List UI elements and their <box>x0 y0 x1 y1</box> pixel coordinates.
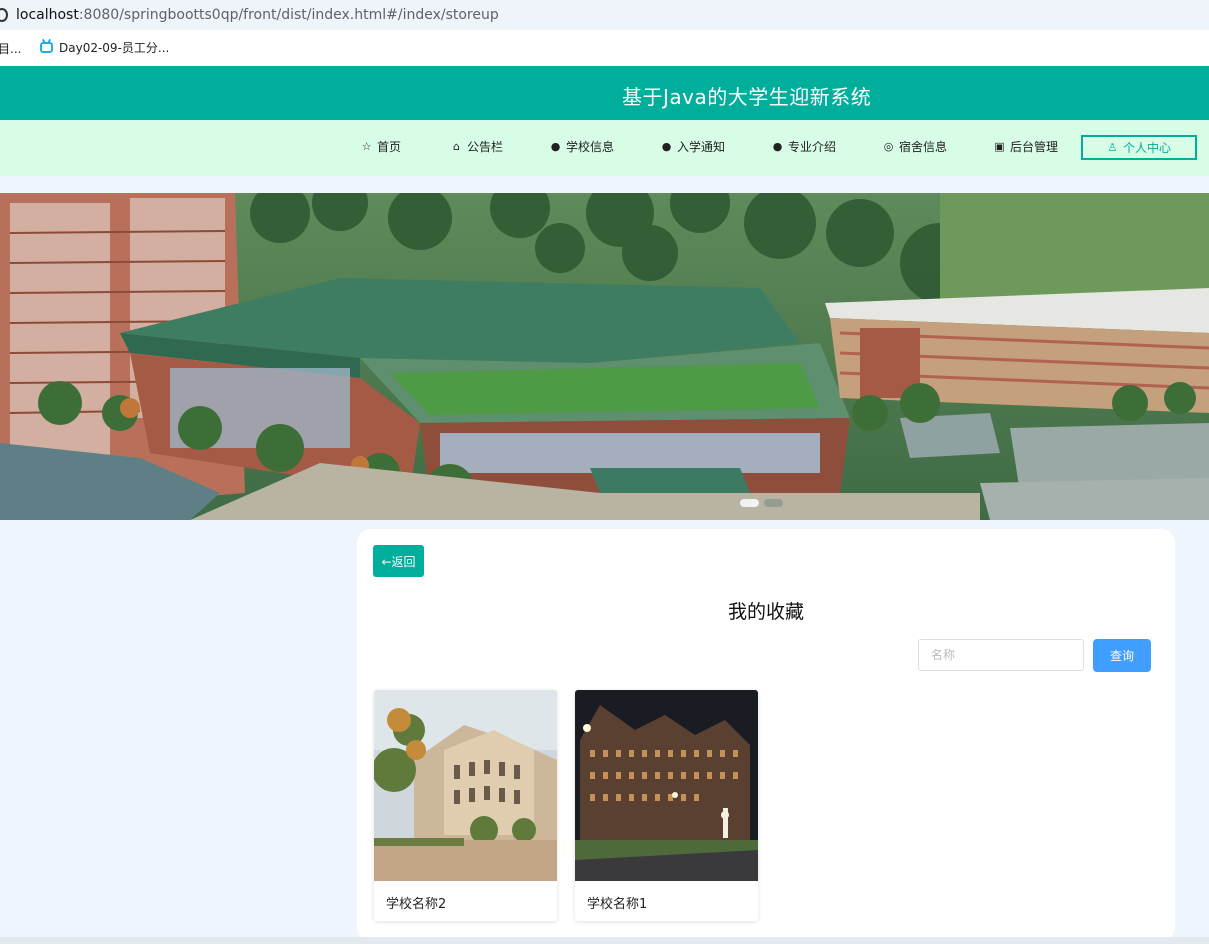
campus-banner-image <box>0 193 1209 520</box>
nav-label: 学校信息 <box>566 140 615 154</box>
info-icon: ● <box>550 140 561 153</box>
question-icon: ● <box>661 140 672 153</box>
favorite-card[interactable]: 学校名称2 <box>374 690 557 921</box>
main-nav: ☆ 首页 ⌂ 公告栏 ● 学校信息 ● 入学通知 ● 专业介绍 ◎ 宿舍信息 ▣… <box>0 120 1209 176</box>
carousel-dot[interactable] <box>764 499 783 507</box>
nav-item-personal-center[interactable]: ♙ 个人中心 <box>1081 135 1197 160</box>
school-thumbnail-image <box>374 690 557 881</box>
page-footer-strip <box>0 937 1209 944</box>
site-info-icon[interactable] <box>0 8 8 22</box>
favorite-item-name: 学校名称1 <box>587 897 648 912</box>
bookmark-item[interactable]: Day02-09-员工分... <box>40 39 169 56</box>
page-title: 我的收藏 <box>727 601 804 623</box>
nav-item-dormitory[interactable]: ◎ 宿舍信息 <box>883 138 947 155</box>
nav-item-notices[interactable]: ⌂ 公告栏 <box>451 138 503 155</box>
briefcase-icon: ▣ <box>994 140 1005 153</box>
carousel-dot-active[interactable] <box>740 499 759 507</box>
search-button[interactable]: 查询 <box>1093 639 1151 672</box>
favorite-item-name: 学校名称2 <box>386 897 447 912</box>
bookmarks-bar: 目... Day02-09-员工分... <box>0 30 1209 66</box>
bag-icon: ⌂ <box>453 140 460 153</box>
school-thumbnail-image <box>575 690 758 881</box>
nav-label: 宿舍信息 <box>899 140 948 154</box>
bilibili-icon <box>40 42 53 53</box>
nav-item-admin[interactable]: ▣ 后台管理 <box>994 138 1058 155</box>
star-icon: ☆ <box>361 140 372 153</box>
nav-label: 公告栏 <box>467 140 504 154</box>
bookmark-item[interactable]: 目... <box>0 40 21 57</box>
site-title: 基于Java的大学生迎新系统 <box>622 85 872 109</box>
banner-carousel[interactable] <box>0 193 1209 520</box>
back-button[interactable]: ←返回 <box>373 545 424 577</box>
site-header: 基于Java的大学生迎新系统 <box>0 66 1209 120</box>
nav-label: 首页 <box>377 140 402 154</box>
bookmark-label: Day02-09-员工分... <box>59 41 170 55</box>
nav-item-majors[interactable]: ● 专业介绍 <box>772 138 836 155</box>
nav-item-admission-notice[interactable]: ● 入学通知 <box>661 138 725 155</box>
url-host: localhost <box>16 7 79 23</box>
favorite-card[interactable]: 学校名称1 <box>575 690 758 921</box>
nav-label: 后台管理 <box>1010 140 1059 154</box>
favorites-panel: ←返回 我的收藏 查询 学校名称2 <box>357 529 1175 941</box>
nav-item-school-info[interactable]: ● 学校信息 <box>550 138 614 155</box>
nav-item-home[interactable]: ☆ 首页 <box>361 138 401 155</box>
url-path: :8080/springbootts0qp/front/dist/index.h… <box>78 7 499 23</box>
search-name-input[interactable] <box>918 639 1084 671</box>
user-icon: ♙ <box>1107 141 1118 154</box>
nav-label: 专业介绍 <box>788 140 837 154</box>
info-icon: ● <box>772 140 783 153</box>
target-icon: ◎ <box>883 140 894 153</box>
browser-url-bar[interactable]: localhost:8080/springbootts0qp/front/dis… <box>0 0 1209 30</box>
nav-label: 个人中心 <box>1122 141 1171 155</box>
nav-label: 入学通知 <box>677 140 726 154</box>
